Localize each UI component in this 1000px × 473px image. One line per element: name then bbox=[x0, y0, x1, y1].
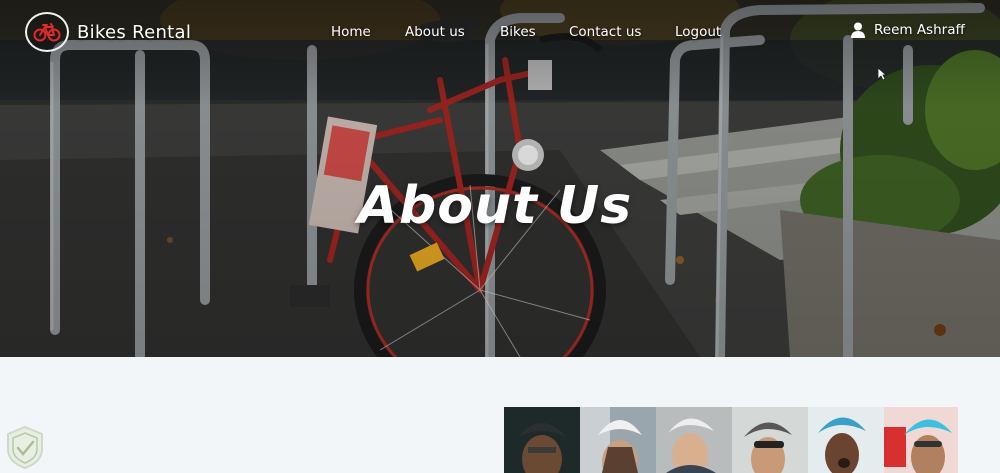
nav-logout[interactable]: Logout bbox=[675, 24, 721, 40]
nav-bikes[interactable]: Bikes bbox=[500, 24, 536, 40]
cyclists-photo-strip bbox=[504, 407, 958, 473]
hero-title: About Us bbox=[357, 176, 633, 236]
cyclist-photo bbox=[504, 407, 580, 473]
bicycle-logo-icon bbox=[25, 12, 69, 52]
brand-name: Bikes Rental bbox=[77, 21, 192, 43]
nav-home[interactable]: Home bbox=[331, 24, 371, 40]
page-scrollbar[interactable] bbox=[993, 0, 1000, 473]
cyclist-photo bbox=[884, 407, 958, 473]
shield-badge-icon bbox=[7, 425, 43, 470]
brand[interactable]: Bikes Rental bbox=[25, 12, 191, 52]
cyclist-photo bbox=[656, 407, 732, 473]
user-name: Reem Ashraff bbox=[874, 22, 965, 38]
nav-about-us[interactable]: About us bbox=[405, 24, 465, 40]
cyclist-photo bbox=[580, 407, 656, 473]
nav-contact-us[interactable]: Contact us bbox=[569, 24, 641, 40]
mouse-cursor-icon bbox=[877, 67, 887, 81]
navbar: Bikes Rental Home About us Bikes Contact… bbox=[0, 0, 1000, 81]
user-icon bbox=[851, 22, 865, 38]
user-menu[interactable]: Reem Ashraff bbox=[851, 22, 965, 38]
cyclist-photo bbox=[732, 407, 808, 473]
cyclist-photo bbox=[808, 407, 884, 473]
